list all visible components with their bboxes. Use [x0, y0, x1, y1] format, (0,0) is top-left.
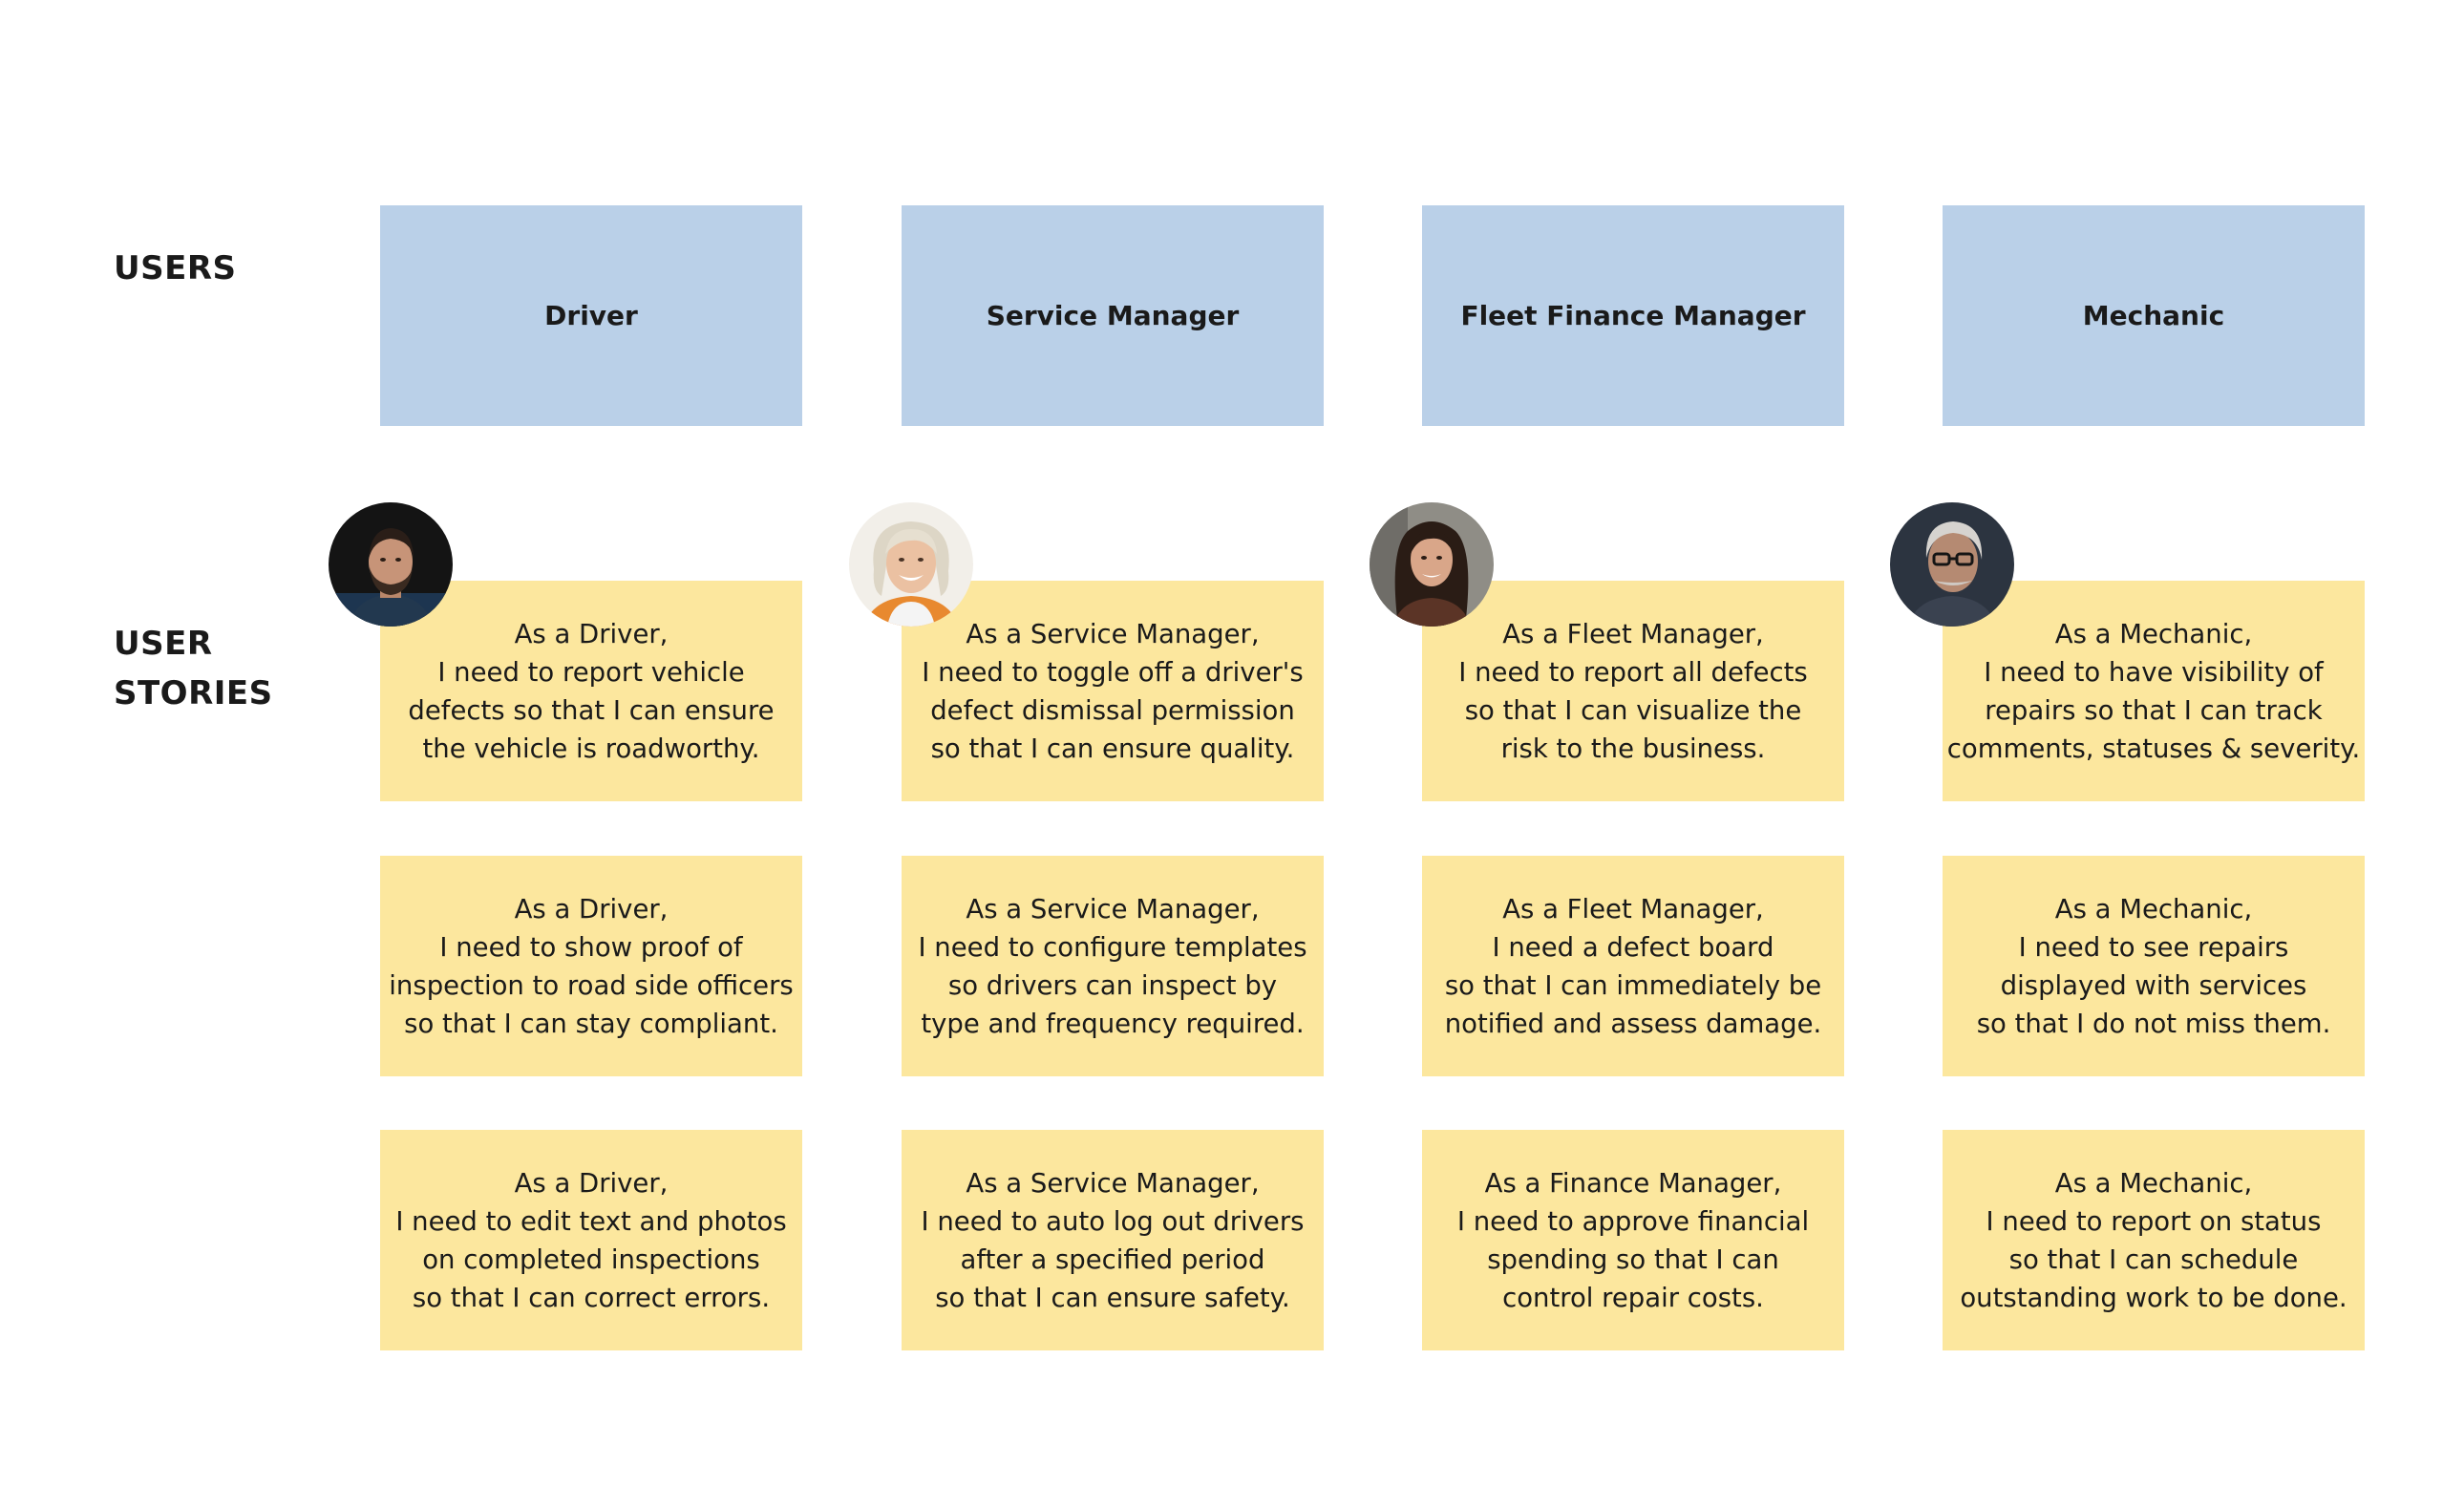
mechanic-avatar — [1890, 502, 2014, 627]
user-card-fleet-finance-manager: Fleet Finance Manager — [1422, 205, 1844, 426]
story-card: As a Mechanic, I need to see repairs dis… — [1943, 856, 2365, 1076]
story-card: As a Fleet Manager, I need a defect boar… — [1422, 856, 1844, 1076]
story-card: As a Service Manager, I need to auto log… — [902, 1130, 1324, 1350]
story-text: As a Service Manager, I need to auto log… — [921, 1167, 1305, 1313]
story-card: As a Fleet Manager, I need to report all… — [1422, 581, 1844, 801]
story-text: As a Driver, I need to report vehicle de… — [408, 618, 775, 764]
users-row-label: USERS — [114, 249, 237, 287]
user-name: Mechanic — [2082, 300, 2225, 331]
story-text: As a Fleet Manager, I need a defect boar… — [1444, 893, 1822, 1039]
service-manager-avatar — [849, 502, 973, 627]
user-card-mechanic: Mechanic — [1943, 205, 2365, 426]
story-card: As a Service Manager, I need to toggle o… — [902, 581, 1324, 801]
story-card: As a Mechanic, I need to report on statu… — [1943, 1130, 2365, 1350]
story-card: As a Finance Manager, I need to approve … — [1422, 1130, 1844, 1350]
story-text: As a Service Manager, I need to toggle o… — [922, 618, 1304, 764]
story-text: As a Fleet Manager, I need to report all… — [1458, 618, 1808, 764]
user-stories-row-label: USER STORIES — [114, 625, 273, 712]
user-name: Fleet Finance Manager — [1460, 300, 1806, 331]
story-card: As a Mechanic, I need to have visibility… — [1943, 581, 2365, 801]
story-text: As a Mechanic, I need to report on statu… — [1960, 1167, 2347, 1313]
story-card: As a Driver, I need to edit text and pho… — [380, 1130, 802, 1350]
fleet-finance-manager-avatar — [1370, 502, 1494, 627]
story-text: As a Service Manager, I need to configur… — [918, 893, 1307, 1039]
user-name: Service Manager — [986, 300, 1240, 331]
story-text: As a Finance Manager, I need to approve … — [1456, 1167, 1810, 1313]
story-text: As a Driver, I need to show proof of ins… — [389, 893, 794, 1039]
story-card: As a Driver, I need to report vehicle de… — [380, 581, 802, 801]
story-card: As a Service Manager, I need to configur… — [902, 856, 1324, 1076]
story-card: As a Driver, I need to show proof of ins… — [380, 856, 802, 1076]
story-text: As a Driver, I need to edit text and pho… — [395, 1167, 787, 1313]
story-text: As a Mechanic, I need to see repairs dis… — [1976, 893, 2331, 1039]
story-text: As a Mechanic, I need to have visibility… — [1946, 618, 2361, 764]
user-card-driver: Driver — [380, 205, 802, 426]
user-name: Driver — [544, 300, 638, 331]
driver-avatar — [329, 502, 453, 627]
user-card-service-manager: Service Manager — [902, 205, 1324, 426]
